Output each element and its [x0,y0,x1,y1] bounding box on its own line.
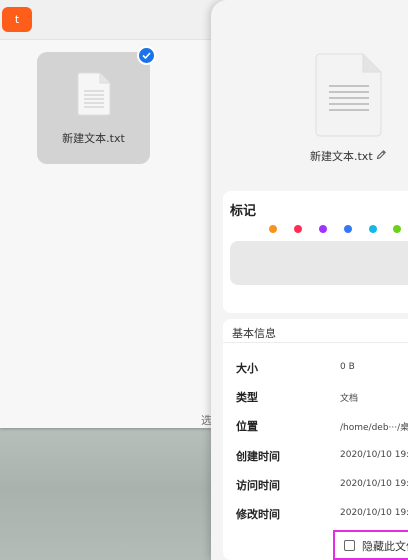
tag-input[interactable] [230,241,408,285]
tags-section: 标记 [223,191,408,313]
tag-color-red[interactable] [294,225,302,233]
accessed-time-label: 访问时间 [236,479,280,492]
tag-color-orange[interactable] [269,225,277,233]
text-file-large-icon [315,53,382,137]
hide-file-label: 隐藏此文件 [362,540,408,553]
divider [223,342,408,343]
basic-info-header: 基本信息 [232,327,276,340]
type-label: 类型 [236,391,258,404]
tag-color-green[interactable] [393,225,401,233]
hide-file-checkbox[interactable] [344,540,355,551]
basic-info-section: 基本信息 大小 0 B 类型 文档 位置 /home/deb···/桌 创建时间… [223,319,408,560]
location-value: /home/deb···/桌 [340,423,408,433]
file-manager-window: t 新建文本.txt 选 [0,0,230,428]
created-time-label: 创建时间 [236,450,280,463]
text-file-icon [77,72,111,116]
file-item[interactable]: 新建文本.txt [37,52,150,164]
properties-file-name: 新建文本.txt [310,150,373,163]
modified-time-label: 修改时间 [236,508,280,521]
selected-check-icon [137,46,156,65]
created-time-value: 2020/10/10 19:5 [340,450,408,460]
modified-time-value: 2020/10/10 19:5 [340,508,408,518]
tag-color-blue[interactable] [344,225,352,233]
edit-name-icon[interactable] [376,149,387,160]
location-label: 位置 [236,420,258,433]
tag-color-cyan[interactable] [369,225,377,233]
size-label: 大小 [236,362,258,375]
type-value: 文档 [340,394,359,404]
size-value: 0 B [340,362,355,372]
accessed-time-value: 2020/10/10 19:5 [340,479,408,489]
tags-title: 标记 [230,204,257,219]
file-manager-titlebar: t [0,0,230,40]
hide-file-option[interactable]: 隐藏此文件 [333,530,408,560]
app-logo[interactable]: t [2,7,32,32]
properties-window: 新建文本.txt 标记 基本信息 大小 0 B 类型 文档 位置 /home/d… [211,0,408,560]
file-item-label: 新建文本.txt [62,132,125,145]
tag-color-purple[interactable] [319,225,327,233]
